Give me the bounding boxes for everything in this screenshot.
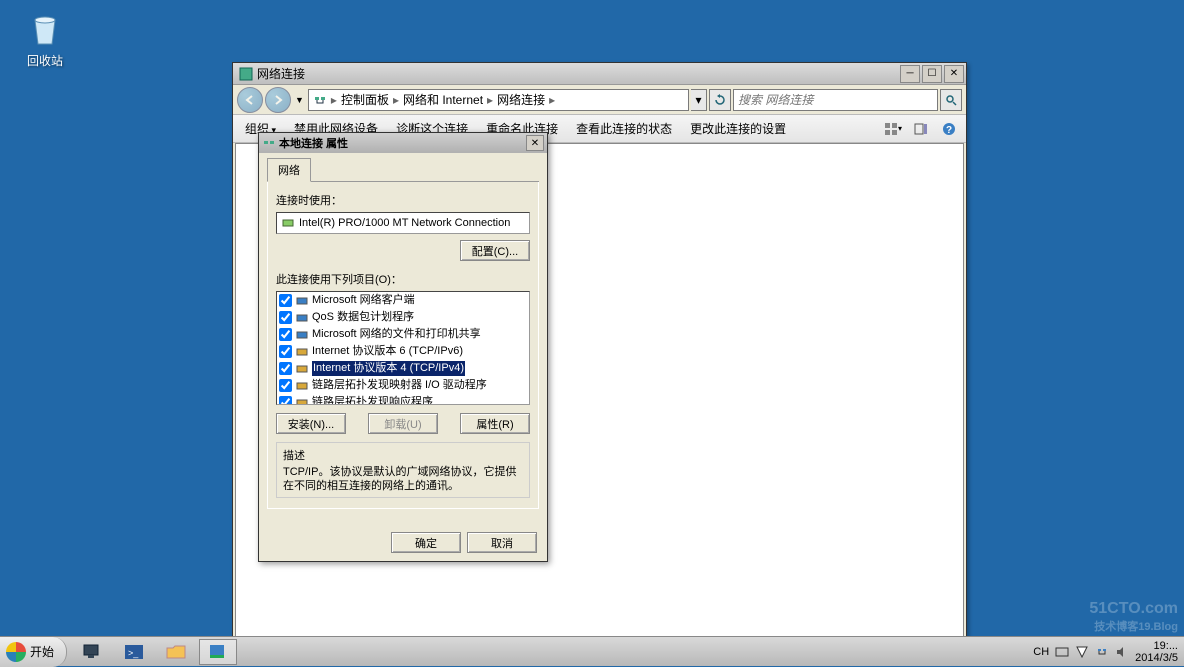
properties-button[interactable]: 属性(R) xyxy=(460,413,530,434)
close-button[interactable]: ✕ xyxy=(944,65,964,83)
watermark: 51CTO.com 技术博客19.Blog xyxy=(1089,600,1178,634)
description-box: 描述 TCP/IP。该协议是默认的广域网络协议，它提供在不同的相互连接的网络上的… xyxy=(276,442,530,498)
configure-button[interactable]: 配置(C)... xyxy=(460,240,530,261)
protocol-icon xyxy=(295,294,309,308)
volume-icon[interactable] xyxy=(1115,645,1129,659)
back-button[interactable] xyxy=(237,87,263,113)
adapter-field: Intel(R) PRO/1000 MT Network Connection xyxy=(276,212,530,234)
language-indicator[interactable]: CH xyxy=(1033,646,1049,658)
item-label: QoS 数据包计划程序 xyxy=(312,310,414,325)
list-item[interactable]: 链路层拓扑发现响应程序 xyxy=(277,394,529,405)
item-checkbox[interactable] xyxy=(279,294,292,307)
network-tray-icon[interactable] xyxy=(1095,645,1109,659)
ok-button[interactable]: 确定 xyxy=(391,532,461,553)
svg-text:>_: >_ xyxy=(128,648,139,658)
dialog-icon xyxy=(262,136,276,150)
history-dropdown[interactable]: ▼ xyxy=(293,95,306,105)
taskbar-explorer[interactable] xyxy=(157,639,195,665)
explorer-titlebar[interactable]: 网络连接 ─ ☐ ✕ xyxy=(233,63,966,85)
recycle-bin-label: 回收站 xyxy=(15,52,75,69)
item-checkbox[interactable] xyxy=(279,396,292,405)
breadcrumb-2[interactable]: 网络连接 xyxy=(497,91,545,108)
list-item[interactable]: QoS 数据包计划程序 xyxy=(277,309,529,326)
address-dropdown[interactable]: ▾ xyxy=(691,89,707,111)
tab-strip: 网络 xyxy=(267,157,539,182)
item-label: Internet 协议版本 4 (TCP/IPv4) xyxy=(312,361,465,376)
search-button[interactable] xyxy=(940,89,962,111)
system-tray: CH 19:... 2014/3/5 xyxy=(1027,640,1184,664)
search-input[interactable] xyxy=(738,93,933,107)
item-checkbox[interactable] xyxy=(279,379,292,392)
change-settings[interactable]: 更改此连接的设置 xyxy=(684,118,792,139)
tab-network[interactable]: 网络 xyxy=(267,158,311,182)
window-title: 网络连接 xyxy=(257,65,900,82)
minimize-button[interactable]: ─ xyxy=(900,65,920,83)
list-item[interactable]: 链路层拓扑发现映射器 I/O 驱动程序 xyxy=(277,377,529,394)
dialog-close-button[interactable]: ✕ xyxy=(526,135,544,151)
network-icon xyxy=(313,93,327,107)
cancel-button[interactable]: 取消 xyxy=(467,532,537,553)
taskbar-server-manager[interactable] xyxy=(73,639,111,665)
view-status[interactable]: 查看此连接的状态 xyxy=(570,118,678,139)
list-item[interactable]: Internet 协议版本 6 (TCP/IPv6) xyxy=(277,343,529,360)
items-list[interactable]: Microsoft 网络客户端 QoS 数据包计划程序 Microsoft 网络的文… xyxy=(276,291,530,405)
start-button[interactable]: 开始 xyxy=(0,637,67,667)
item-checkbox[interactable] xyxy=(279,328,292,341)
refresh-button[interactable] xyxy=(709,89,731,111)
start-orb-icon xyxy=(6,642,26,662)
description-title: 描述 xyxy=(283,447,523,463)
taskbar-control-panel[interactable] xyxy=(199,639,237,665)
ime-icon[interactable] xyxy=(1055,645,1069,659)
taskbar: 开始 >_ CH 19:... 2014/3/5 xyxy=(0,636,1184,666)
forward-button[interactable] xyxy=(265,87,291,113)
taskbar-powershell[interactable]: >_ xyxy=(115,639,153,665)
item-label: Microsoft 网络客户端 xyxy=(312,293,415,308)
item-checkbox[interactable] xyxy=(279,311,292,324)
dialog-title: 本地连接 属性 xyxy=(279,135,526,151)
adapter-name: Intel(R) PRO/1000 MT Network Connection xyxy=(299,217,510,229)
install-button[interactable]: 安装(N)... xyxy=(276,413,346,434)
dialog-titlebar[interactable]: 本地连接 属性 ✕ xyxy=(259,133,547,153)
address-field[interactable]: ▸ 控制面板 ▸ 网络和 Internet ▸ 网络连接 ▸ xyxy=(308,89,689,111)
description-text: TCP/IP。该协议是默认的广域网络协议，它提供在不同的相互连接的网络上的通讯。 xyxy=(283,465,523,493)
uninstall-button[interactable]: 卸载(U) xyxy=(368,413,438,434)
help-button[interactable]: ? xyxy=(938,118,960,140)
item-label: 链路层拓扑发现映射器 I/O 驱动程序 xyxy=(312,378,487,393)
item-checkbox[interactable] xyxy=(279,362,292,375)
item-checkbox[interactable] xyxy=(279,345,292,358)
recycle-bin-icon xyxy=(25,8,65,48)
protocol-icon xyxy=(295,396,309,406)
protocol-icon xyxy=(295,328,309,342)
protocol-icon xyxy=(295,379,309,393)
adapter-icon xyxy=(281,216,295,230)
maximize-button[interactable]: ☐ xyxy=(922,65,942,83)
action-center-icon[interactable] xyxy=(1075,645,1089,659)
list-item[interactable]: Microsoft 网络的文件和打印机共享 xyxy=(277,326,529,343)
list-item[interactable]: Internet 协议版本 4 (TCP/IPv4) xyxy=(277,360,529,377)
protocol-icon xyxy=(295,311,309,325)
protocol-icon xyxy=(295,345,309,359)
window-icon xyxy=(239,67,253,81)
svg-text:?: ? xyxy=(946,125,952,136)
recycle-bin[interactable]: 回收站 xyxy=(15,8,75,69)
item-label: Microsoft 网络的文件和打印机共享 xyxy=(312,327,481,342)
clock[interactable]: 19:... 2014/3/5 xyxy=(1135,640,1178,664)
breadcrumb-1[interactable]: 网络和 Internet xyxy=(403,91,483,108)
search-field[interactable] xyxy=(733,89,938,111)
properties-dialog: 本地连接 属性 ✕ 网络 连接时使用： Intel(R) PRO/1000 MT… xyxy=(258,132,548,562)
preview-pane-button[interactable] xyxy=(910,118,932,140)
protocol-icon xyxy=(295,362,309,376)
connect-using-label: 连接时使用： xyxy=(276,192,530,208)
breadcrumb-0[interactable]: 控制面板 xyxy=(341,91,389,108)
list-item[interactable]: Microsoft 网络客户端 xyxy=(277,292,529,309)
item-label: 链路层拓扑发现响应程序 xyxy=(312,395,433,405)
start-label: 开始 xyxy=(30,643,54,660)
items-label: 此连接使用下列项目(O)： xyxy=(276,271,530,287)
address-bar: ▼ ▸ 控制面板 ▸ 网络和 Internet ▸ 网络连接 ▸ ▾ xyxy=(233,85,966,115)
view-mode-button[interactable]: ▾ xyxy=(882,118,904,140)
item-label: Internet 协议版本 6 (TCP/IPv6) xyxy=(312,344,463,359)
